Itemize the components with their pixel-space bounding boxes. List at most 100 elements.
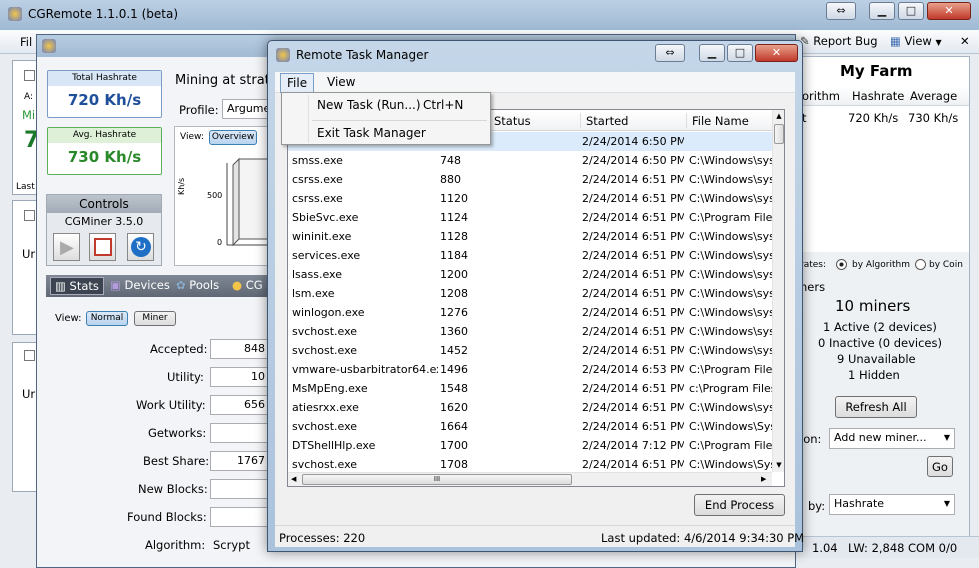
tab-stats[interactable]: ▥ Stats xyxy=(50,277,104,295)
process-started: 2/24/2014 6:53 PM xyxy=(582,363,684,376)
go-button[interactable]: Go xyxy=(927,456,953,477)
process-row[interactable]: svchost.exe 1452 2/24/2014 6:51 PM C:\Windo… xyxy=(288,341,775,360)
main-menu-file[interactable]: Fil xyxy=(20,35,32,49)
tab-devices[interactable]: ▣ Devices xyxy=(110,278,170,292)
process-row[interactable]: atiesrxx.exe 1620 2/24/2014 6:51 PM C:\Wind… xyxy=(288,398,775,417)
process-row[interactable]: smss.exe 748 2/24/2014 6:50 PM C:\Windows\s… xyxy=(288,151,775,170)
process-name: csrss.exe xyxy=(292,192,343,205)
process-name: wininit.exe xyxy=(292,230,352,243)
stat-label: Getworks: xyxy=(148,426,207,440)
maximize-button[interactable]: □ xyxy=(898,2,924,20)
grid-icon: ▦ xyxy=(890,34,901,48)
process-file: C:\Windows\sys xyxy=(689,306,775,319)
col-file-name[interactable]: File Name xyxy=(692,114,749,128)
process-started: 2/24/2014 6:51 PM xyxy=(582,344,684,357)
scroll-thumb[interactable] xyxy=(774,124,784,144)
chart-tick-0: 0 xyxy=(217,238,223,247)
stop-icon xyxy=(94,238,112,256)
process-row[interactable]: csrss.exe 880 2/24/2014 6:51 PM C:\Windows\… xyxy=(288,170,775,189)
horizontal-scrollbar[interactable]: ◀ III ▶ xyxy=(288,472,772,486)
tm-menu-view[interactable]: View xyxy=(327,75,355,89)
new-task-shortcut: Ctrl+N xyxy=(423,98,464,112)
play-button[interactable]: ▶ xyxy=(53,233,80,261)
play-icon: ▶ xyxy=(60,237,74,258)
process-row[interactable]: MsMpEng.exe 1548 2/24/2014 6:51 PM c:\Progr… xyxy=(288,379,775,398)
minimize-button[interactable]: ▁ xyxy=(869,2,895,20)
process-started: 2/24/2014 6:50 PM xyxy=(582,154,684,167)
pools-icon: ✿ xyxy=(176,278,186,292)
process-name: SbieSvc.exe xyxy=(292,211,359,224)
restart-button[interactable]: ↻ xyxy=(127,233,154,261)
process-file: C:\Windows\Sys xyxy=(689,420,775,433)
process-row[interactable]: lsm.exe 1208 2/24/2014 6:51 PM C:\Windows\s… xyxy=(288,284,775,303)
chevron-down-icon: ▼ xyxy=(943,433,950,442)
exit-task-manager-menu-item[interactable]: Exit Task Manager xyxy=(317,126,426,140)
process-name: svchost.exe xyxy=(292,420,358,433)
sort-select[interactable]: Hashrate ▼ xyxy=(829,494,955,515)
stat-value xyxy=(210,507,270,527)
process-row[interactable]: winlogon.exe 1276 2/24/2014 6:51 PM C:\Wind… xyxy=(288,303,775,322)
process-row[interactable]: vmware-usbarbitrator64.exe 1496 2/24/2014 … xyxy=(288,360,775,379)
tab-cg[interactable]: ● CG xyxy=(232,278,263,292)
process-file: C:\Program Files xyxy=(689,363,775,376)
normal-view-button[interactable]: Normal xyxy=(86,311,128,326)
vertical-scrollbar[interactable]: ▲ ▼ xyxy=(772,110,784,472)
avg-hashrate-card: Avg. Hashrate 730 Kh/s xyxy=(47,127,162,175)
left-card-3-checkbox[interactable] xyxy=(24,350,35,361)
process-row[interactable]: DTShellHlp.exe 1700 2/24/2014 7:12 PM C:\Pr… xyxy=(288,436,775,455)
left-card-2-checkbox[interactable] xyxy=(24,210,35,221)
stop-button[interactable] xyxy=(89,233,116,261)
stat-value: 1767 xyxy=(210,451,270,471)
process-row[interactable]: SbieSvc.exe 1124 2/24/2014 6:51 PM C:\Progr… xyxy=(288,208,775,227)
miners-hidden: 1 Hidden xyxy=(848,368,900,382)
process-row[interactable]: svchost.exe 1664 2/24/2014 6:51 PM C:\Windo… xyxy=(288,417,775,436)
h-scroll-thumb[interactable]: III xyxy=(302,474,572,485)
cgremote-logo-icon xyxy=(276,48,290,62)
col-started[interactable]: Started xyxy=(586,114,628,128)
tm-menu-file[interactable]: File xyxy=(280,73,315,93)
col-divider xyxy=(686,113,687,128)
tm-minimize-button[interactable]: ▁ xyxy=(699,44,725,62)
process-row[interactable]: svchost.exe 1360 2/24/2014 6:51 PM C:\Windo… xyxy=(288,322,775,341)
report-bug-button[interactable]: ✎ Report Bug xyxy=(800,34,878,48)
farm-col-hashrate[interactable]: Hashrate xyxy=(852,89,904,103)
col-status[interactable]: Status xyxy=(494,114,531,128)
farm-col-algorithm[interactable]: orithm xyxy=(802,89,840,103)
overview-tab[interactable]: Overview xyxy=(209,130,257,145)
profile-label: Profile: xyxy=(179,103,219,117)
scroll-down-arrow[interactable]: ▼ xyxy=(773,459,784,472)
restore-swap-button[interactable]: ⇔ xyxy=(826,2,856,20)
chevron-down-icon: ▼ xyxy=(943,499,950,508)
toolbar-close-icon[interactable]: ✕ xyxy=(960,34,970,48)
process-row[interactable]: services.exe 1184 2/24/2014 6:51 PM C:\Wind… xyxy=(288,246,775,265)
end-process-button[interactable]: End Process xyxy=(694,494,785,516)
refresh-all-button[interactable]: Refresh All xyxy=(835,396,917,418)
by-algorithm-radio[interactable] xyxy=(836,259,847,270)
process-row[interactable]: wininit.exe 1128 2/24/2014 6:51 PM C:\Windo… xyxy=(288,227,775,246)
farm-col-average[interactable]: Average xyxy=(910,89,957,103)
process-row[interactable]: lsass.exe 1200 2/24/2014 6:51 PM C:\Windows… xyxy=(288,265,775,284)
view-menu-button[interactable]: ▦ View ▼ xyxy=(890,34,942,48)
scroll-left-arrow[interactable]: ◀ xyxy=(291,475,296,483)
menu-separator xyxy=(312,120,487,121)
process-file: C:\Windows\sys xyxy=(689,154,775,167)
tm-maximize-button[interactable]: □ xyxy=(727,44,753,62)
left-card-checkbox[interactable] xyxy=(24,70,35,81)
process-name: services.exe xyxy=(292,249,361,262)
process-file: C:\Windows\sys xyxy=(689,268,775,281)
miner-view-button[interactable]: Miner xyxy=(134,311,176,326)
profile-select[interactable]: Argume xyxy=(222,99,272,119)
farm-row-average: 730 Kh/s xyxy=(908,111,959,125)
close-button[interactable]: ✕ xyxy=(927,2,971,20)
swap-window-button[interactable]: ⇔ xyxy=(655,44,685,62)
process-name: atiesrxx.exe xyxy=(292,401,359,414)
scroll-right-arrow[interactable]: ▶ xyxy=(761,475,766,483)
add-miner-select[interactable]: Add new miner... ▼ xyxy=(829,428,955,449)
tm-close-button[interactable]: ✕ xyxy=(755,44,798,62)
scroll-up-arrow[interactable]: ▲ xyxy=(773,110,784,123)
process-row[interactable]: csrss.exe 1120 2/24/2014 6:51 PM C:\Windows… xyxy=(288,189,775,208)
process-started: 2/24/2014 6:51 PM xyxy=(582,173,684,186)
by-coin-radio[interactable] xyxy=(915,259,926,270)
tab-pools[interactable]: ✿ Pools xyxy=(176,278,219,292)
new-task-menu-item[interactable]: New Task (Run...) xyxy=(317,98,421,112)
